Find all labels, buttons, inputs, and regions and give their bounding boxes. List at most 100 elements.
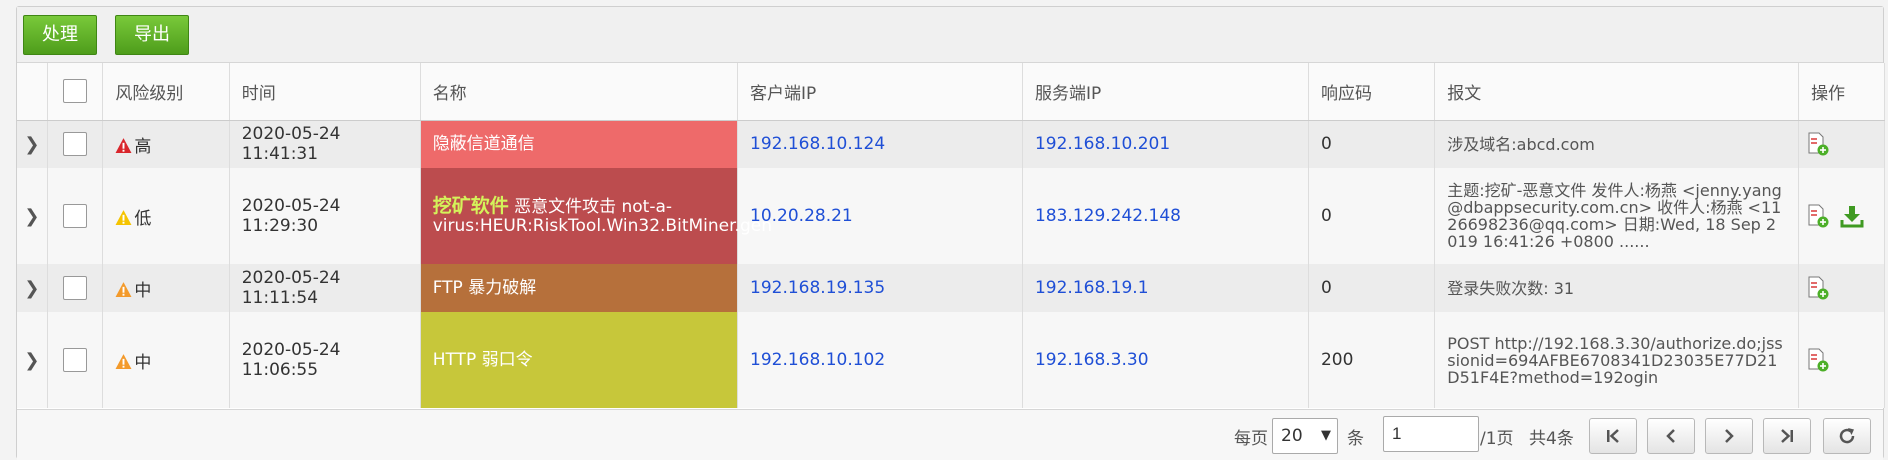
refresh-button[interactable] (1823, 418, 1871, 454)
row-select (47, 264, 104, 312)
expand-arrow-icon[interactable]: ❯ (17, 264, 48, 312)
client-ip-link[interactable]: 192.168.10.124 (750, 134, 885, 154)
risk-level: 中 (134, 280, 152, 301)
expand-arrow-icon[interactable]: ❯ (17, 312, 48, 408)
row-select (47, 168, 104, 264)
last-page-icon (1781, 429, 1793, 443)
header-name[interactable]: 名称 (420, 63, 739, 121)
header-code[interactable]: 响应码 (1308, 63, 1436, 121)
client-ip-cell[interactable]: 10.20.28.21 (737, 168, 1023, 264)
last-page-button[interactable] (1763, 418, 1811, 454)
add-document-icon[interactable] (1807, 204, 1829, 228)
risk-cell: 中 (102, 312, 230, 408)
row-select (47, 120, 104, 168)
time-cell: 2020-05-24 11:11:54 (229, 264, 421, 312)
download-icon[interactable] (1840, 204, 1864, 228)
name-cell: FTP 暴力破解 (420, 264, 739, 312)
ops-cell (1798, 120, 1885, 168)
warning-icon (115, 281, 132, 297)
time-cell: 2020-05-24 11:29:30 (229, 168, 421, 264)
server-ip-cell[interactable]: 192.168.10.201 (1022, 120, 1309, 168)
table-row[interactable]: ❯ 中 2020-05-24 11:11:54 FTP 暴力破解 192.168… (17, 264, 1885, 312)
name-cell: HTTP 弱口令 (420, 312, 739, 408)
header-select-all (47, 63, 104, 121)
name-highlight: 挖矿软件 (432, 194, 509, 217)
server-ip-link[interactable]: 183.129.242.148 (1035, 206, 1181, 226)
client-ip-cell[interactable]: 192.168.10.124 (737, 120, 1023, 168)
per-page-label: 每页 (1234, 429, 1268, 449)
expand-arrow-icon[interactable]: ❯ (17, 168, 48, 264)
client-ip-cell[interactable]: 192.168.10.102 (737, 312, 1023, 408)
warning-icon (115, 137, 132, 153)
risk-cell: 低 (102, 168, 230, 264)
total-items-label: 共4条 (1529, 429, 1574, 449)
server-ip-cell[interactable]: 192.168.19.1 (1022, 264, 1309, 312)
chevron-right-icon (1725, 429, 1734, 443)
ops-cell (1798, 168, 1885, 264)
unit-label: 条 (1347, 429, 1364, 449)
toolbar: 处理 导出 (17, 7, 1883, 63)
code-cell: 200 (1308, 312, 1436, 408)
name-cell: 隐蔽信道通信 (420, 120, 739, 168)
warning-icon (115, 353, 132, 369)
header-server-ip[interactable]: 服务端IP (1022, 63, 1309, 121)
code-cell: 0 (1308, 264, 1436, 312)
message-cell: 主题:挖矿-恶意文件 发件人:杨燕 <jenny.yang@dbappsecur… (1434, 168, 1800, 264)
code-cell: 0 (1308, 168, 1436, 264)
client-ip-link[interactable]: 192.168.10.102 (750, 350, 885, 370)
server-ip-cell[interactable]: 183.129.242.148 (1022, 168, 1309, 264)
server-ip-cell[interactable]: 192.168.3.30 (1022, 312, 1309, 408)
name-text: 隐蔽信道通信 (432, 134, 535, 155)
next-page-button[interactable] (1705, 418, 1753, 454)
message-cell: 登录失败次数: 31 (1434, 264, 1800, 312)
server-ip-link[interactable]: 192.168.19.1 (1035, 278, 1149, 298)
risk-level: 高 (134, 136, 152, 157)
name-cell: 挖矿软件 恶意文件攻击 not-a-virus:HEUR:RiskTool.Wi… (420, 168, 772, 264)
row-select (47, 312, 104, 408)
table-row[interactable]: ❯ 低 2020-05-24 11:29:30 挖矿软件 恶意文件攻击 not-… (17, 168, 1885, 264)
server-ip-link[interactable]: 192.168.3.30 (1035, 350, 1149, 370)
client-ip-link[interactable]: 10.20.28.21 (750, 206, 853, 226)
ops-cell (1798, 312, 1885, 408)
message-cell: POST http://192.168.3.30/authorize.do;js… (1434, 312, 1800, 408)
pagination-bar: 每页 20 ▼ 条 1 /1页 共4条 (17, 409, 1883, 460)
add-document-icon[interactable] (1807, 132, 1829, 156)
refresh-icon (1839, 428, 1855, 444)
row-checkbox[interactable] (63, 276, 88, 300)
header-client-ip[interactable]: 客户端IP (737, 63, 1023, 121)
add-document-icon[interactable] (1807, 276, 1829, 300)
server-ip-link[interactable]: 192.168.10.201 (1035, 134, 1170, 154)
table-header-row: 风险级别 时间 名称 客户端IP 服务端IP 响应码 报文 操作 (17, 63, 1885, 121)
add-document-icon[interactable] (1807, 348, 1829, 372)
risk-level: 中 (134, 352, 152, 373)
header-message[interactable]: 报文 (1434, 63, 1800, 121)
row-checkbox[interactable] (63, 204, 88, 228)
client-ip-link[interactable]: 192.168.19.135 (750, 278, 885, 298)
client-ip-cell[interactable]: 192.168.19.135 (737, 264, 1023, 312)
alert-table: 风险级别 时间 名称 客户端IP 服务端IP 响应码 报文 操作 ❯ 高 202… (17, 63, 1885, 408)
table-row[interactable]: ❯ 中 2020-05-24 11:06:55 HTTP 弱口令 192.168… (17, 312, 1885, 408)
select-all-checkbox[interactable] (63, 79, 88, 104)
header-time[interactable]: 时间 (229, 63, 421, 121)
row-checkbox[interactable] (63, 348, 88, 372)
per-page-select[interactable]: 20 ▼ (1272, 418, 1338, 454)
chevron-down-icon: ▼ (1321, 428, 1331, 443)
risk-level: 低 (134, 208, 152, 229)
process-button[interactable]: 处理 (23, 15, 97, 55)
first-page-icon (1607, 429, 1619, 443)
table-row[interactable]: ❯ 高 2020-05-24 11:41:31 隐蔽信道通信 192.168.1… (17, 120, 1885, 168)
ops-cell (1798, 264, 1885, 312)
message-cell: 涉及域名:abcd.com (1434, 120, 1800, 168)
prev-page-button[interactable] (1647, 418, 1695, 454)
export-button[interactable]: 导出 (115, 15, 189, 55)
row-checkbox[interactable] (63, 132, 88, 157)
page-number-input[interactable]: 1 (1383, 416, 1479, 452)
header-risk[interactable]: 风险级别 (102, 63, 230, 121)
expand-arrow-icon[interactable]: ❯ (17, 120, 48, 168)
risk-cell: 中 (102, 264, 230, 312)
chevron-left-icon (1666, 429, 1675, 443)
name-text: FTP 暴力破解 (432, 278, 537, 298)
time-cell: 2020-05-24 11:41:31 (229, 120, 421, 168)
total-pages-label: /1页 (1480, 429, 1514, 449)
first-page-button[interactable] (1589, 418, 1637, 454)
